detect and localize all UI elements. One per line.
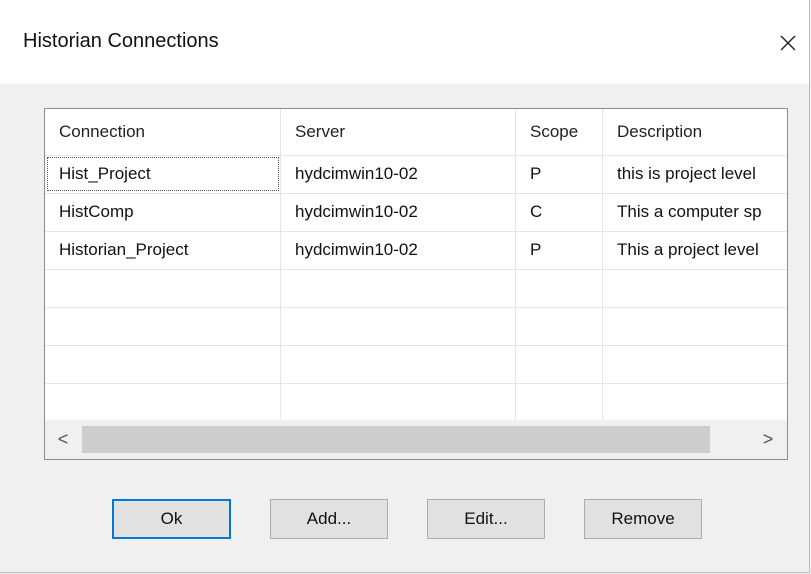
- cell-connection: Historian_Project: [59, 240, 189, 259]
- cell-connection: Hist_Project: [45, 155, 281, 193]
- column-header-server[interactable]: Server: [281, 109, 516, 155]
- table-row[interactable]: HistComp hydcimwin10-02 C This a compute…: [45, 193, 787, 231]
- close-button[interactable]: [770, 26, 806, 60]
- ok-button[interactable]: Ok: [112, 499, 231, 539]
- column-header-scope[interactable]: Scope: [516, 109, 603, 155]
- scroll-right-icon[interactable]: >: [750, 420, 786, 459]
- table-row[interactable]: Hist_Project hydcimwin10-02 P this is pr…: [45, 155, 787, 193]
- column-header-connection[interactable]: Connection: [45, 109, 281, 155]
- list-header: Connection Server Scope Description: [45, 109, 787, 155]
- column-header-description[interactable]: Description: [603, 109, 787, 155]
- cell-server: hydcimwin10-02: [295, 240, 418, 259]
- add-button[interactable]: Add...: [270, 499, 388, 539]
- historian-connections-dialog: Historian Connections Connection Server …: [0, 0, 810, 573]
- scroll-left-icon[interactable]: <: [45, 420, 81, 459]
- cell-server: hydcimwin10-02: [295, 164, 418, 183]
- connections-list[interactable]: Connection Server Scope Description Hist…: [44, 108, 788, 460]
- cell-scope: P: [530, 240, 542, 259]
- cell-scope: P: [530, 164, 542, 183]
- scrollbar-thumb[interactable]: [82, 426, 710, 453]
- cell-description: this is project level: [617, 164, 756, 183]
- remove-button[interactable]: Remove: [584, 499, 702, 539]
- table-row[interactable]: Historian_Project hydcimwin10-02 P This …: [45, 231, 787, 269]
- title-bar: Historian Connections: [0, 0, 809, 84]
- cell-description: This a computer sp: [617, 202, 762, 221]
- dialog-title: Historian Connections: [23, 30, 219, 52]
- horizontal-scrollbar[interactable]: < >: [45, 420, 787, 459]
- cell-scope: C: [530, 202, 543, 221]
- cell-server: hydcimwin10-02: [295, 202, 418, 221]
- cell-connection: HistComp: [59, 202, 134, 221]
- close-icon: [780, 35, 796, 51]
- edit-button[interactable]: Edit...: [427, 499, 545, 539]
- cell-description: This a project level: [617, 240, 759, 259]
